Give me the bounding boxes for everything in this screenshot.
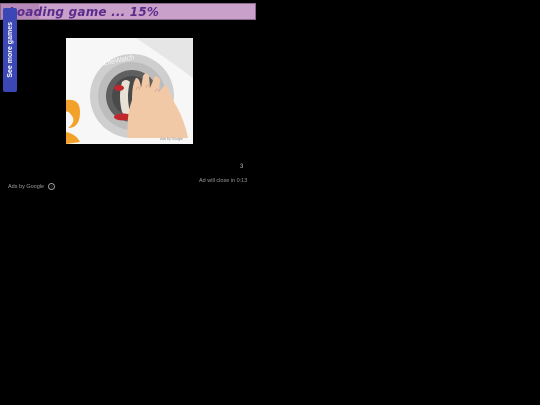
loading-progress-bar: Loading game ... 15% <box>0 3 256 20</box>
ad-corner-caption: Ads by Google <box>160 137 183 141</box>
see-more-games-label: See more games <box>6 22 14 78</box>
ads-by-google-label[interactable]: Ads by Google ? <box>8 183 56 190</box>
loading-status-text: Loading game ... 15% <box>9 5 160 19</box>
ad-banner-image[interactable]: LifeWatch Ads by Google <box>66 38 193 144</box>
see-more-games-button[interactable]: See more games <box>3 8 17 92</box>
question-circle-icon[interactable]: ? <box>48 183 56 190</box>
ads-by-google-text: Ads by Google <box>8 183 45 190</box>
ad-illustration: LifeWatch Ads by Google <box>66 38 193 144</box>
ad-close-countdown-number: 3 <box>240 164 244 170</box>
game-loading-page: Loading game ... 15% See more games Life… <box>0 0 540 405</box>
ad-close-timer-text: Ad will close in 0:13 <box>199 178 248 184</box>
